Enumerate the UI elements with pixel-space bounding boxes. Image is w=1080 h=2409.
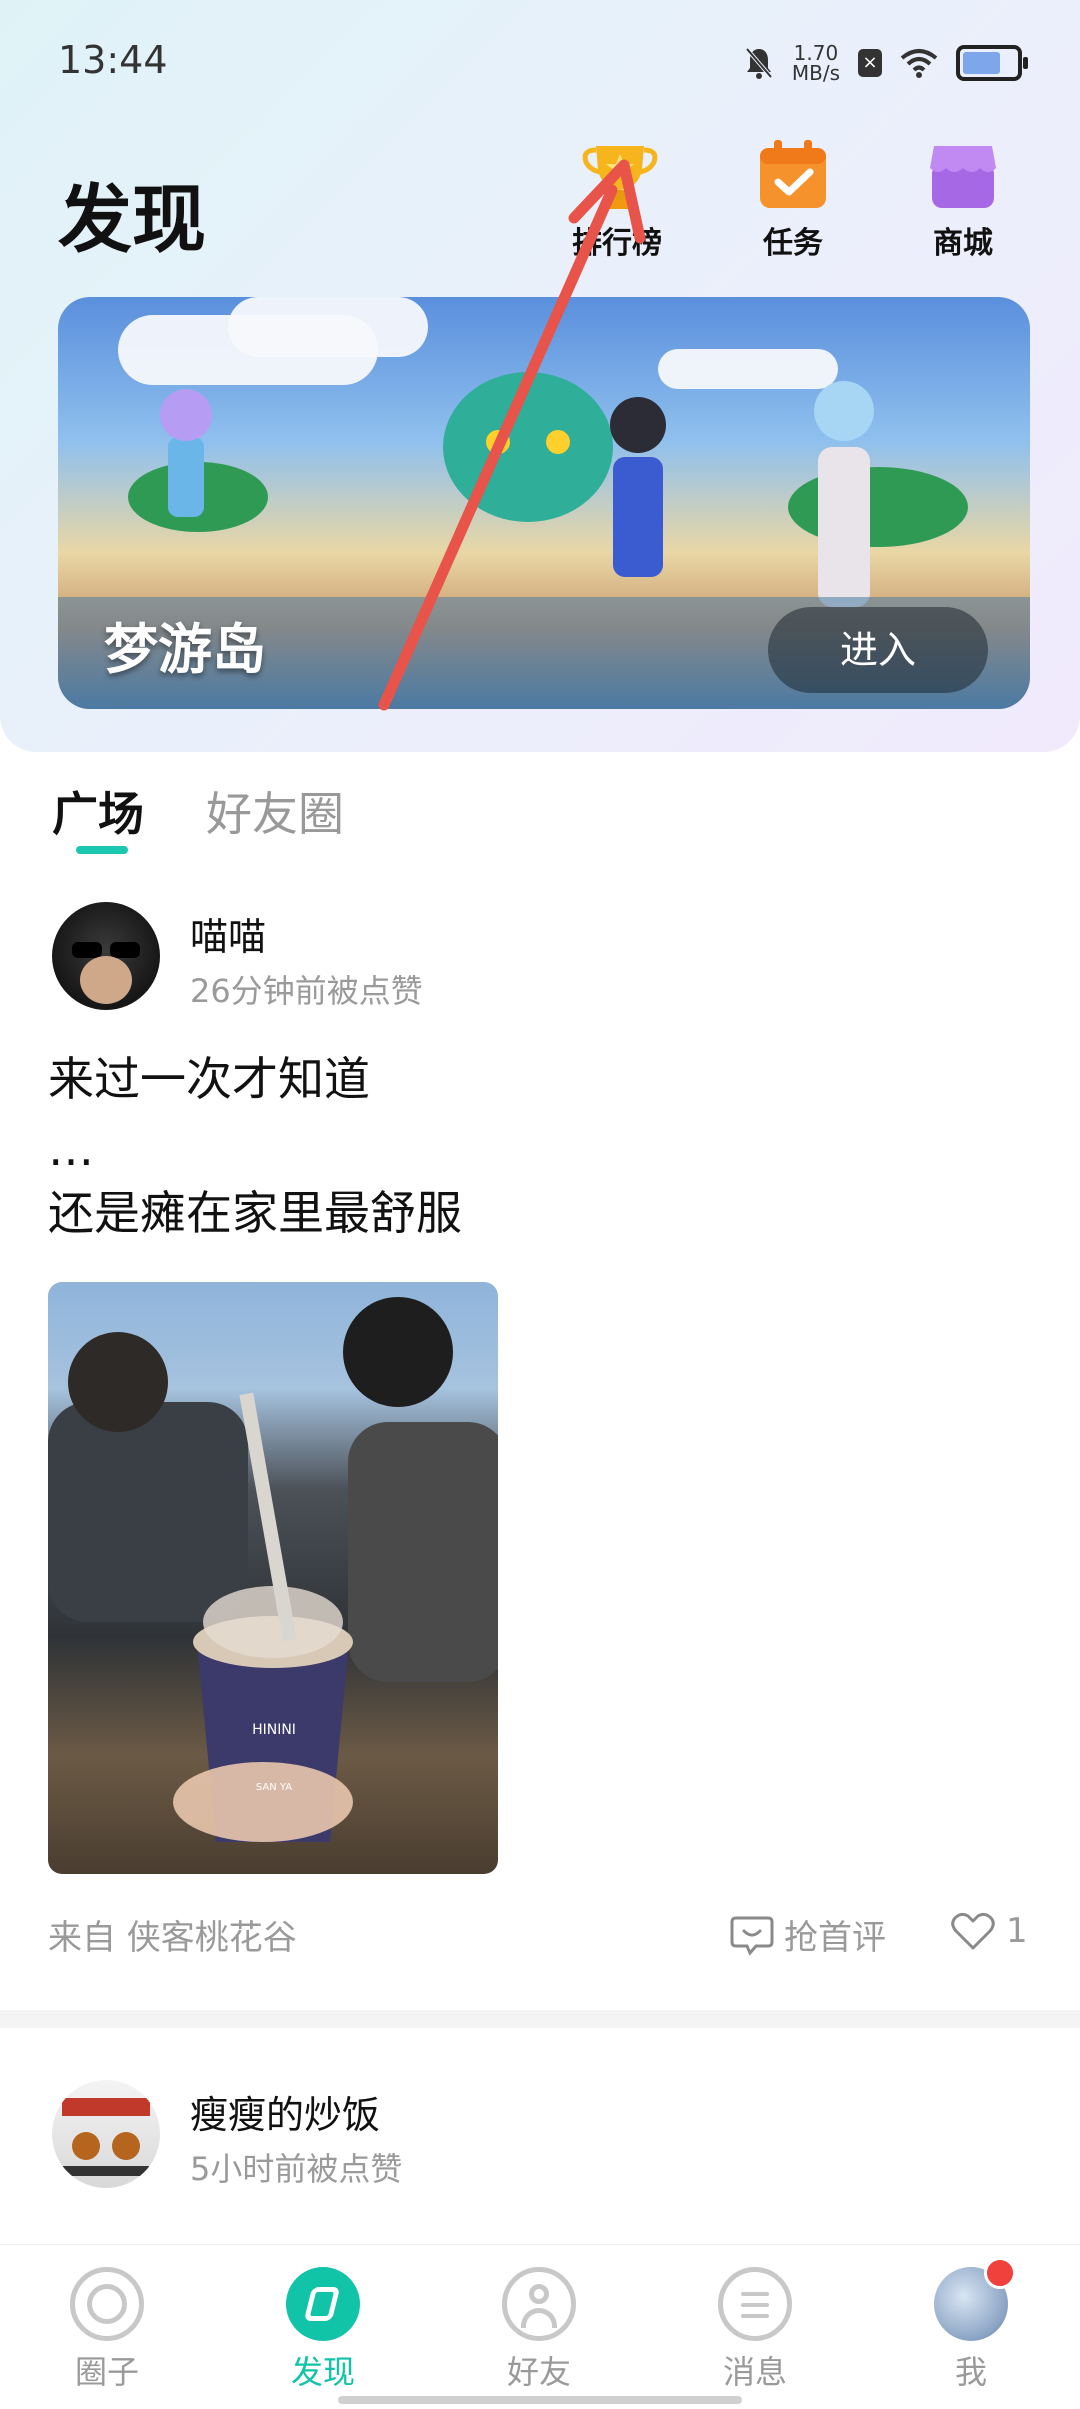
battery-level bbox=[963, 52, 1001, 74]
home-indicator[interactable] bbox=[338, 2396, 742, 2404]
comment-button[interactable]: 抢首评 bbox=[730, 1910, 886, 1959]
enter-button[interactable]: 进入 bbox=[768, 607, 988, 693]
mute-bell-icon bbox=[745, 47, 773, 79]
status-bar: 13:44 1.70 MB/s × bbox=[0, 0, 1080, 120]
tasks-label: 任务 bbox=[763, 226, 823, 261]
nav-discover[interactable]: 发现 bbox=[258, 2267, 388, 2393]
discover-icon bbox=[286, 2267, 360, 2341]
shop-icon bbox=[928, 140, 998, 210]
post-photo[interactable]: HININI SAN YA bbox=[48, 1282, 498, 1874]
post-time: 26分钟前被点赞 bbox=[190, 972, 423, 1010]
dream-island-banner[interactable]: 梦游岛 进入 bbox=[58, 297, 1030, 709]
nav-circle[interactable]: 圈子 bbox=[42, 2267, 172, 2393]
page-title: 发现 bbox=[58, 177, 206, 263]
tab-square[interactable]: 广场 bbox=[52, 778, 144, 854]
comment-icon bbox=[730, 1916, 774, 1956]
message-icon bbox=[718, 2267, 792, 2341]
comment-label: 抢首评 bbox=[784, 1918, 886, 1958]
post-text-line: 还是瘫在家里最舒服 bbox=[48, 1186, 462, 1240]
like-count: 1 bbox=[1006, 1911, 1028, 1951]
tab-underline bbox=[76, 846, 128, 854]
notification-badge bbox=[984, 2257, 1016, 2289]
like-button[interactable]: 1 bbox=[950, 1910, 1028, 1952]
leaderboard-label: 排行榜 bbox=[572, 226, 662, 261]
tab-friends-circle[interactable]: 好友圈 bbox=[206, 778, 344, 844]
post-username[interactable]: 瘦瘦的炒饭 bbox=[190, 2084, 380, 2139]
post-username[interactable]: 喵喵 bbox=[190, 906, 266, 961]
post-divider bbox=[0, 2010, 1080, 2028]
leaderboard-button[interactable]: 排行榜 bbox=[557, 140, 677, 262]
nav-me[interactable]: 我 bbox=[906, 2257, 1036, 2393]
status-time: 13:44 bbox=[58, 38, 168, 82]
photo-cup-text: HININI bbox=[252, 1722, 296, 1738]
wifi-icon bbox=[900, 49, 938, 78]
nav-messages[interactable]: 消息 bbox=[690, 2267, 820, 2393]
avatar[interactable] bbox=[52, 902, 160, 1010]
trophy-icon bbox=[582, 140, 658, 210]
shop-button[interactable]: 商城 bbox=[903, 140, 1023, 262]
post-text-line: … bbox=[48, 1122, 94, 1176]
circle-icon bbox=[70, 2267, 144, 2341]
post-source[interactable]: 来自 侠客桃花谷 bbox=[48, 1910, 297, 1959]
avatar-icon bbox=[934, 2257, 1016, 2341]
tasks-button[interactable]: 任务 bbox=[733, 140, 853, 262]
calendar-check-icon bbox=[758, 140, 828, 210]
friends-icon bbox=[502, 2267, 576, 2341]
network-speed: 1.70 MB/s bbox=[791, 41, 840, 85]
feed-tabs: 广场 好友圈 bbox=[52, 778, 344, 854]
heart-icon bbox=[951, 1912, 995, 1950]
sim-off-icon: × bbox=[858, 49, 882, 77]
post-text-line: 来过一次才知道 bbox=[48, 1052, 370, 1106]
battery-icon bbox=[956, 45, 1028, 81]
nav-friends[interactable]: 好友 bbox=[474, 2267, 604, 2393]
bottom-nav: 圈子 发现 好友 消息 我 bbox=[0, 2244, 1080, 2409]
shop-label: 商城 bbox=[933, 226, 993, 261]
status-icons: 1.70 MB/s × bbox=[744, 38, 1028, 88]
post-time: 5小时前被点赞 bbox=[190, 2150, 403, 2188]
avatar[interactable] bbox=[52, 2080, 160, 2188]
banner-title: 梦游岛 bbox=[104, 618, 266, 681]
photo-cup-sub: SAN YA bbox=[255, 1782, 293, 1793]
